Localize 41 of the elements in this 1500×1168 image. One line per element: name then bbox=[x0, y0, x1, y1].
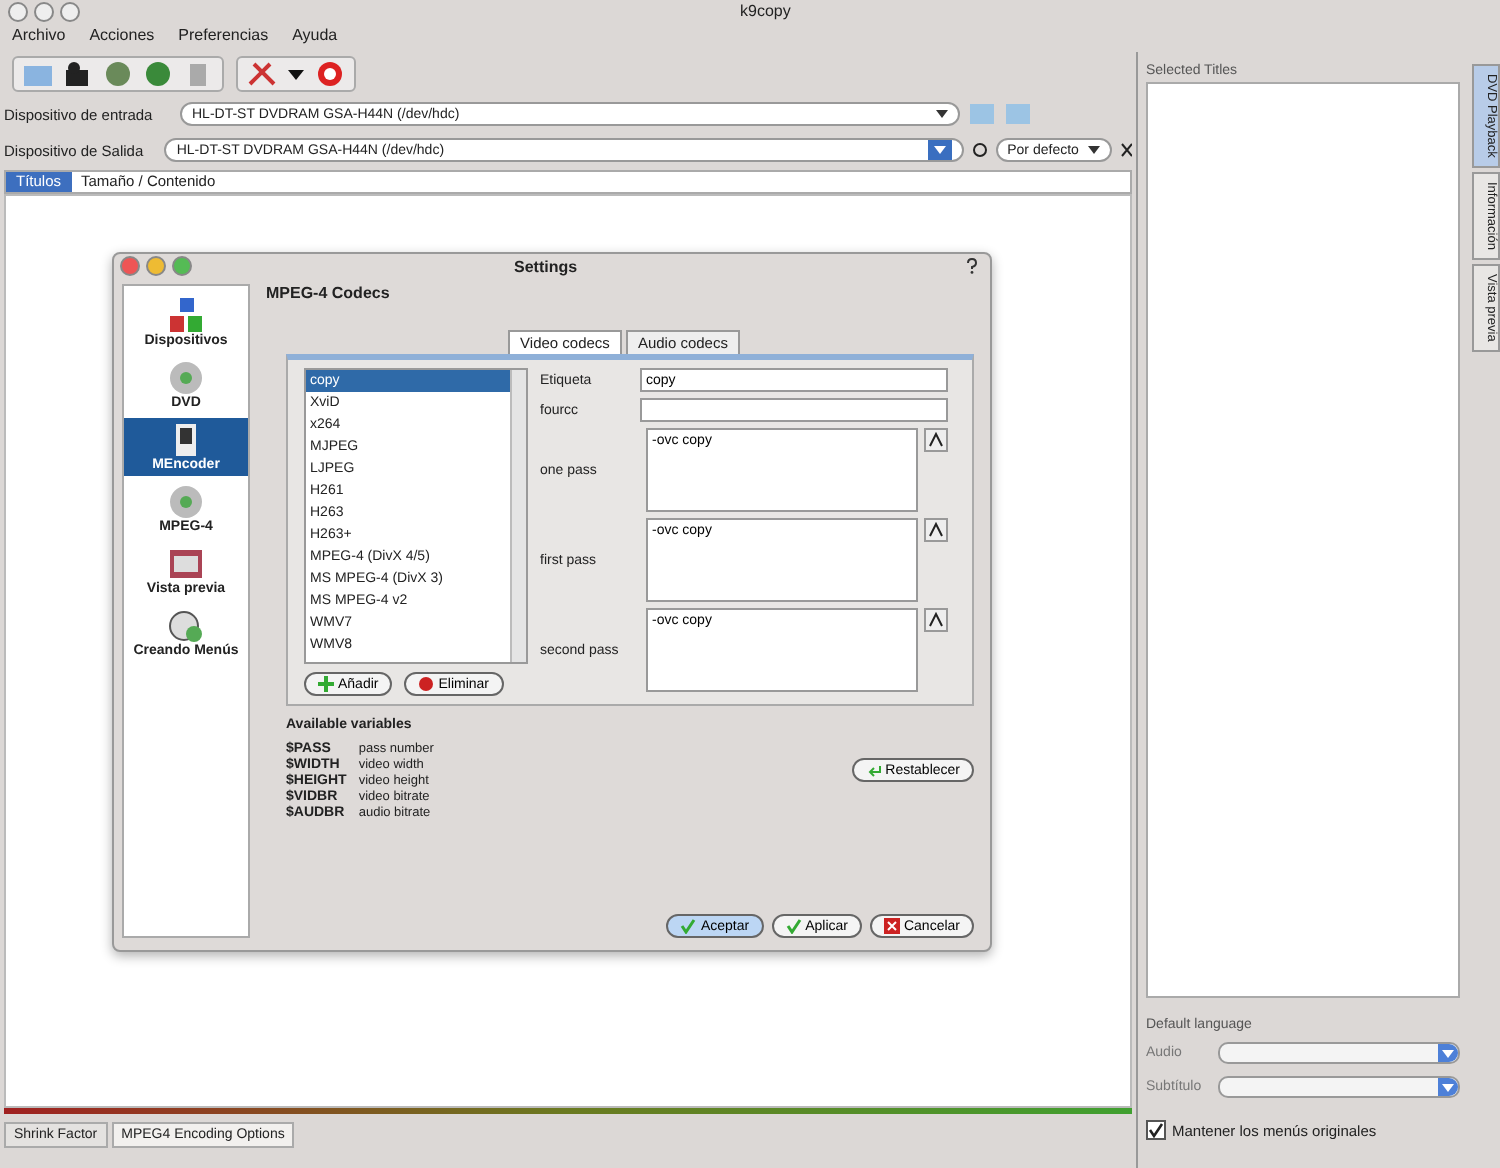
caret-icon bbox=[1438, 1078, 1458, 1096]
caret-icon bbox=[1087, 146, 1100, 154]
audio-combo[interactable] bbox=[1218, 1042, 1460, 1064]
edit-button[interactable] bbox=[924, 428, 948, 452]
help-icon[interactable] bbox=[966, 258, 978, 274]
disc-icon bbox=[166, 484, 206, 520]
dialog-title: Settings bbox=[514, 257, 578, 275]
close-icon[interactable] bbox=[1119, 142, 1132, 158]
menu-item[interactable]: Acciones bbox=[89, 26, 155, 50]
menu-item[interactable]: Preferencias bbox=[178, 26, 269, 50]
menu-item[interactable]: Ayuda bbox=[292, 26, 338, 50]
film-icon bbox=[166, 546, 206, 582]
checkbox[interactable] bbox=[1146, 1120, 1166, 1140]
scrollbar[interactable] bbox=[510, 370, 526, 662]
edit-button[interactable] bbox=[924, 608, 948, 632]
check-icon bbox=[785, 918, 802, 934]
maximize-icon[interactable] bbox=[172, 256, 192, 276]
plus-icon bbox=[318, 676, 334, 692]
minimize-icon[interactable] bbox=[34, 2, 54, 22]
caret-icon bbox=[936, 110, 948, 118]
undo-icon bbox=[865, 762, 882, 778]
caret-icon bbox=[1438, 1044, 1458, 1062]
tools-icon[interactable] bbox=[246, 60, 278, 88]
cancel-icon bbox=[883, 918, 900, 934]
menu-item[interactable]: Archivo bbox=[12, 26, 66, 50]
disc-icon[interactable] bbox=[142, 60, 174, 88]
disc-icon bbox=[166, 608, 206, 644]
edit-button[interactable] bbox=[924, 518, 948, 542]
subtitle-combo[interactable] bbox=[1218, 1076, 1460, 1098]
maximize-icon[interactable] bbox=[60, 2, 80, 22]
caret-icon bbox=[928, 140, 953, 160]
remove-icon bbox=[418, 676, 435, 692]
blocks-icon bbox=[166, 298, 206, 334]
stop-icon[interactable] bbox=[314, 60, 346, 88]
fourcc-field[interactable] bbox=[640, 398, 948, 422]
check-icon bbox=[680, 918, 697, 934]
minimize-icon[interactable] bbox=[146, 256, 166, 276]
section-heading: MPEG-4 Codecs bbox=[266, 284, 392, 302]
camera-icon[interactable] bbox=[62, 60, 94, 88]
disc-icon bbox=[166, 360, 206, 396]
window-title: k9copy bbox=[740, 2, 791, 20]
